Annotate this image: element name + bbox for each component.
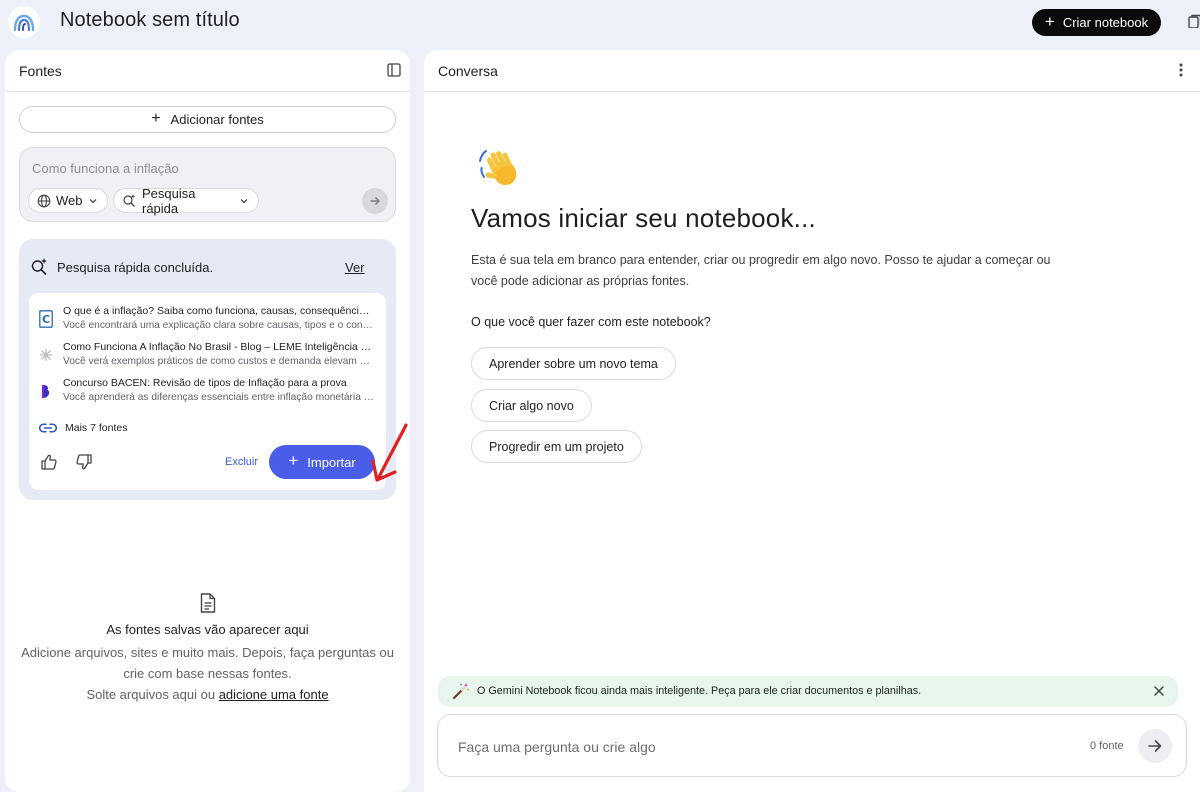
empty-state-line: crie com base nessas fontes.	[123, 666, 292, 681]
more-options-icon[interactable]	[1179, 62, 1183, 78]
sparkle-search-icon	[123, 194, 136, 207]
chevron-down-icon	[240, 198, 248, 203]
notebook-logo-icon[interactable]	[8, 6, 40, 38]
source-item[interactable]: C O que é a inflação? Saiba como funcion…	[29, 303, 386, 337]
delete-results-link[interactable]: Excluir	[225, 456, 258, 468]
plus-icon: +	[151, 109, 161, 127]
link-icon	[39, 423, 57, 433]
add-source-link[interactable]: adicione uma fonte	[219, 687, 329, 702]
chat-input-box: 0 fonte	[437, 714, 1187, 777]
chat-panel: Conversa Vamos iniciar seu notebook... E…	[424, 50, 1200, 792]
thumbs-down-icon[interactable]	[75, 453, 93, 471]
b-logo-icon	[39, 382, 53, 400]
source-title: Como Funciona A Inflação No Brasil - Blo…	[63, 341, 375, 353]
source-search-input[interactable]	[32, 158, 352, 178]
search-results-list: C O que é a inflação? Saiba como funcion…	[29, 293, 386, 490]
notebook-question: O que você quer fazer com este notebook?	[471, 315, 711, 329]
empty-state-line: Adicione arquivos, sites e muito mais. D…	[21, 645, 394, 660]
sources-panel-title: Fontes	[19, 63, 62, 79]
suggestion-create-button[interactable]: Criar algo novo	[471, 389, 592, 422]
add-sources-button[interactable]: + Adicionar fontes	[19, 106, 396, 133]
plus-icon: +	[1044, 12, 1055, 31]
arrow-right-icon	[370, 197, 380, 205]
suggestion-learn-button[interactable]: Aprender sobre um novo tema	[471, 347, 676, 380]
globe-icon	[37, 194, 51, 207]
source-title: O que é a inflação? Saiba como funciona,…	[63, 305, 375, 317]
import-sources-button[interactable]: + Importar	[269, 445, 375, 479]
import-label: Importar	[307, 454, 356, 470]
sources-panel-header: Fontes	[5, 50, 410, 92]
empty-state-prefix: Solte arquivos aqui ou	[86, 687, 219, 702]
thumbs-up-icon[interactable]	[40, 453, 58, 471]
c-logo-icon: C	[39, 310, 53, 328]
send-message-button[interactable]	[1138, 729, 1172, 763]
magic-wand-icon	[452, 683, 469, 700]
source-title: Concurso BACEN: Revisão de tipos de Infl…	[63, 377, 347, 389]
close-icon[interactable]	[1150, 682, 1168, 700]
source-description: Você aprenderá as diferenças essenciais …	[63, 392, 375, 403]
notebook-title[interactable]: Notebook sem título	[60, 9, 240, 32]
search-speed-dropdown[interactable]: Pesquisa rápida	[113, 185, 259, 216]
top-bar: Notebook sem título + Criar notebook	[0, 0, 1200, 44]
plus-icon: +	[288, 451, 299, 470]
waving-hand-icon	[479, 150, 517, 186]
empty-state-title: As fontes salvas vão aparecer aqui	[106, 622, 309, 637]
announcement-banner: O Gemini Notebook ficou ainda mais intel…	[438, 676, 1178, 707]
sources-panel: Fontes + Adicionar fontes Web Pesquisa r…	[5, 50, 410, 792]
search-mode-label: Web	[56, 193, 83, 208]
more-sources-link[interactable]: Mais 7 fontes	[39, 420, 127, 436]
source-search-box: Web Pesquisa rápida	[19, 147, 396, 222]
view-results-link[interactable]: Ver	[345, 260, 365, 275]
more-sources-label: Mais 7 fontes	[65, 422, 128, 434]
chat-panel-title: Conversa	[438, 63, 498, 79]
create-notebook-button[interactable]: + Criar notebook	[1032, 9, 1161, 36]
arrow-right-icon	[1148, 740, 1162, 752]
sparkle-search-icon	[31, 258, 47, 276]
chat-input[interactable]	[458, 736, 1018, 758]
source-count-label: 0 fonte	[1090, 740, 1124, 752]
search-status-text: Pesquisa rápida concluída.	[57, 260, 214, 275]
add-sources-label: Adicionar fontes	[170, 112, 264, 127]
welcome-description: Esta é sua tela em branco para entender,…	[471, 253, 1051, 288]
source-item[interactable]: Como Funciona A Inflação No Brasil - Blo…	[29, 339, 386, 373]
copy-icon[interactable]	[1188, 14, 1200, 28]
search-submit-button[interactable]	[362, 188, 388, 214]
search-mode-dropdown[interactable]: Web	[28, 188, 108, 213]
create-notebook-label: Criar notebook	[1062, 15, 1149, 30]
welcome-title: Vamos iniciar seu notebook...	[471, 203, 816, 233]
svg-text:C: C	[42, 313, 50, 326]
asterisk-icon	[39, 346, 53, 364]
chat-panel-header: Conversa	[424, 50, 1200, 92]
chevron-down-icon	[89, 198, 96, 203]
suggestion-progress-button[interactable]: Progredir em um projeto	[471, 430, 642, 463]
search-result-card: Pesquisa rápida concluída. Ver C O que é…	[19, 239, 396, 500]
source-description: Você verá exemplos práticos de como cust…	[63, 356, 375, 367]
empty-state-line: Solte arquivos aqui ou adicione uma font…	[5, 684, 410, 705]
collapse-panel-icon[interactable]	[387, 63, 401, 77]
search-speed-label: Pesquisa rápida	[142, 185, 196, 216]
sources-empty-state: As fontes salvas vão aparecer aqui Adici…	[5, 593, 410, 705]
banner-text: O Gemini Notebook ficou ainda mais intel…	[477, 685, 922, 697]
source-description: Você encontrará uma explicação clara sob…	[63, 320, 375, 331]
document-icon	[200, 593, 215, 613]
source-item[interactable]: Concurso BACEN: Revisão de tipos de Infl…	[29, 375, 386, 409]
